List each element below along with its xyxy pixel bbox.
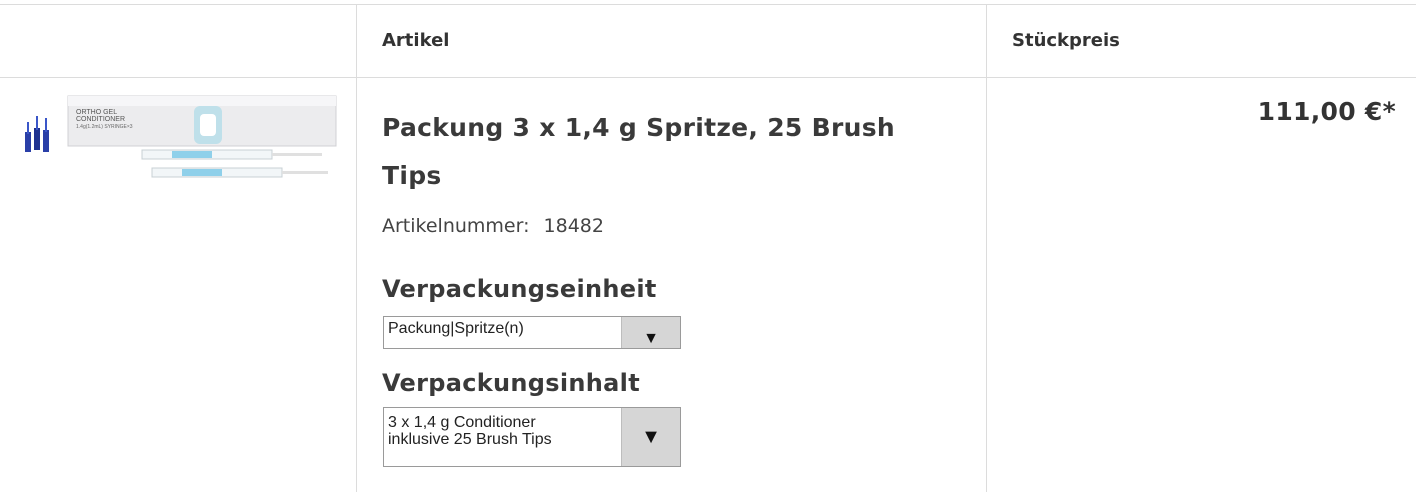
chevron-down-icon[interactable]: ▼: [621, 408, 680, 466]
packaging-unit-value: Packung|Spritze(n): [388, 320, 524, 337]
packaging-content-value: 3 x 1,4 g Conditioner inklusive 25 Brush…: [388, 414, 552, 448]
article-number-value: 18482: [543, 215, 604, 237]
column-divider-1: [356, 4, 357, 492]
box-text-2: CONDITIONER: [76, 116, 125, 123]
article-number-row: Artikelnummer: 18482: [382, 215, 604, 237]
syringe-icon: [141, 149, 328, 178]
column-divider-2: [986, 4, 987, 492]
header-bottom-border: [0, 77, 1416, 78]
product-title[interactable]: Packung 3 x 1,4 g Spritze, 25 Brush Tips: [382, 104, 962, 200]
packaging-unit-select[interactable]: Packung|Spritze(n) ▼: [383, 316, 681, 349]
packaging-content-select[interactable]: 3 x 1,4 g Conditioner inklusive 25 Brush…: [383, 407, 681, 467]
brush-tips-icon: [25, 116, 49, 152]
chevron-down-icon[interactable]: ▼: [621, 317, 680, 348]
header-top-border: [0, 4, 1416, 5]
unit-price: 111,00 €*: [1257, 97, 1396, 126]
box-text-3: 1.4g(1.2mL) SYRINGE×3: [76, 124, 133, 130]
header-article: Artikel: [382, 30, 450, 51]
article-number-label: Artikelnummer:: [382, 215, 530, 237]
packaging-unit-label: Verpackungseinheit: [382, 275, 657, 303]
product-image[interactable]: ORTHO GEL CONDITIONER 1.4g(1.2mL) SYRING…: [22, 92, 340, 188]
packaging-content-label: Verpackungsinhalt: [382, 369, 640, 397]
box-text-1: ORTHO GEL: [76, 109, 117, 116]
product-box-icon: ORTHO GEL CONDITIONER 1.4g(1.2mL) SYRING…: [67, 95, 337, 147]
header-unit-price: Stückpreis: [1012, 30, 1120, 51]
